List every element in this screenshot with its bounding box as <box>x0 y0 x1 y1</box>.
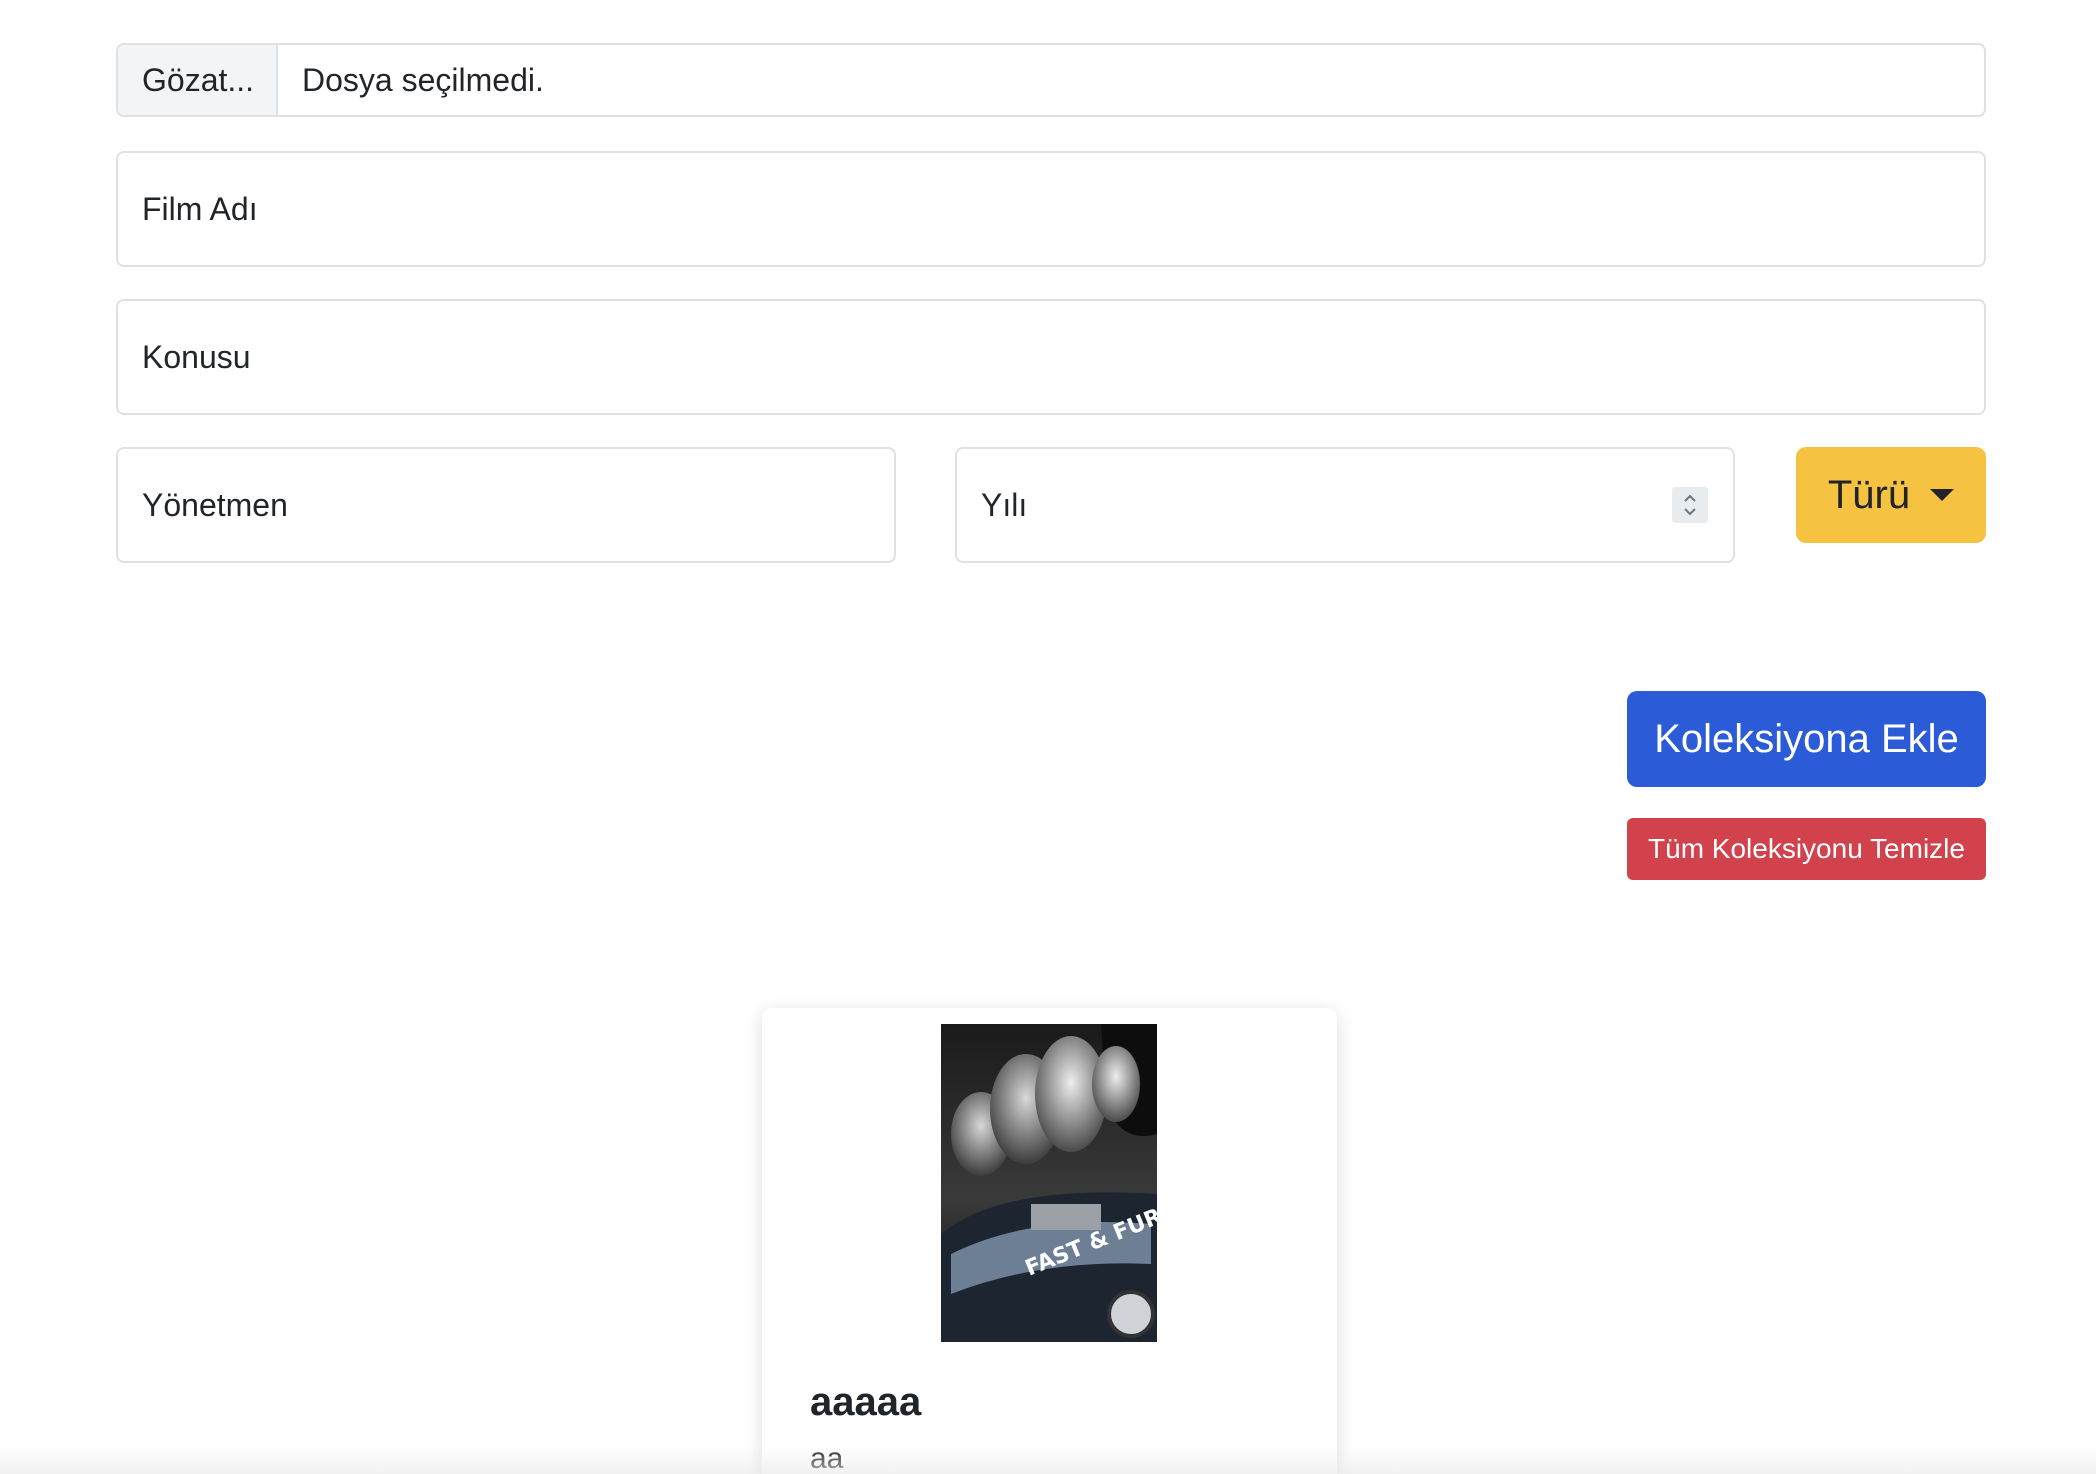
year-input[interactable] <box>955 447 1735 563</box>
caret-down-icon <box>1930 489 1955 501</box>
stepper-arrows-icon <box>1684 494 1696 516</box>
film-name-input[interactable] <box>116 151 1986 267</box>
genre-dropdown-button[interactable]: Türü <box>1796 447 1986 543</box>
browse-button[interactable]: Gözat... <box>118 45 278 115</box>
file-status-text: Dosya seçilmedi. <box>302 61 544 98</box>
poster-image: FAST & FURIOUS <box>941 1024 1157 1342</box>
genre-dropdown-label: Türü <box>1827 472 1911 517</box>
movie-poster: FAST & FURIOUS <box>941 1024 1157 1342</box>
movie-title: aaaaa <box>810 1380 922 1424</box>
file-input[interactable]: Gözat... Dosya seçilmedi. <box>116 43 1986 117</box>
clear-collection-button[interactable]: Tüm Koleksiyonu Temizle <box>1627 818 1986 880</box>
movie-card: FAST & FURIOUS aaaaa aa <box>762 1008 1337 1474</box>
plot-input[interactable] <box>116 299 1986 415</box>
add-to-collection-button[interactable]: Koleksiyona Ekle <box>1627 691 1986 787</box>
year-stepper[interactable] <box>1672 487 1708 523</box>
page: Gözat... Dosya seçilmedi. Türü Koleksiyo… <box>0 0 2096 1474</box>
movie-description: aa <box>810 1442 844 1474</box>
director-input[interactable] <box>116 447 896 563</box>
